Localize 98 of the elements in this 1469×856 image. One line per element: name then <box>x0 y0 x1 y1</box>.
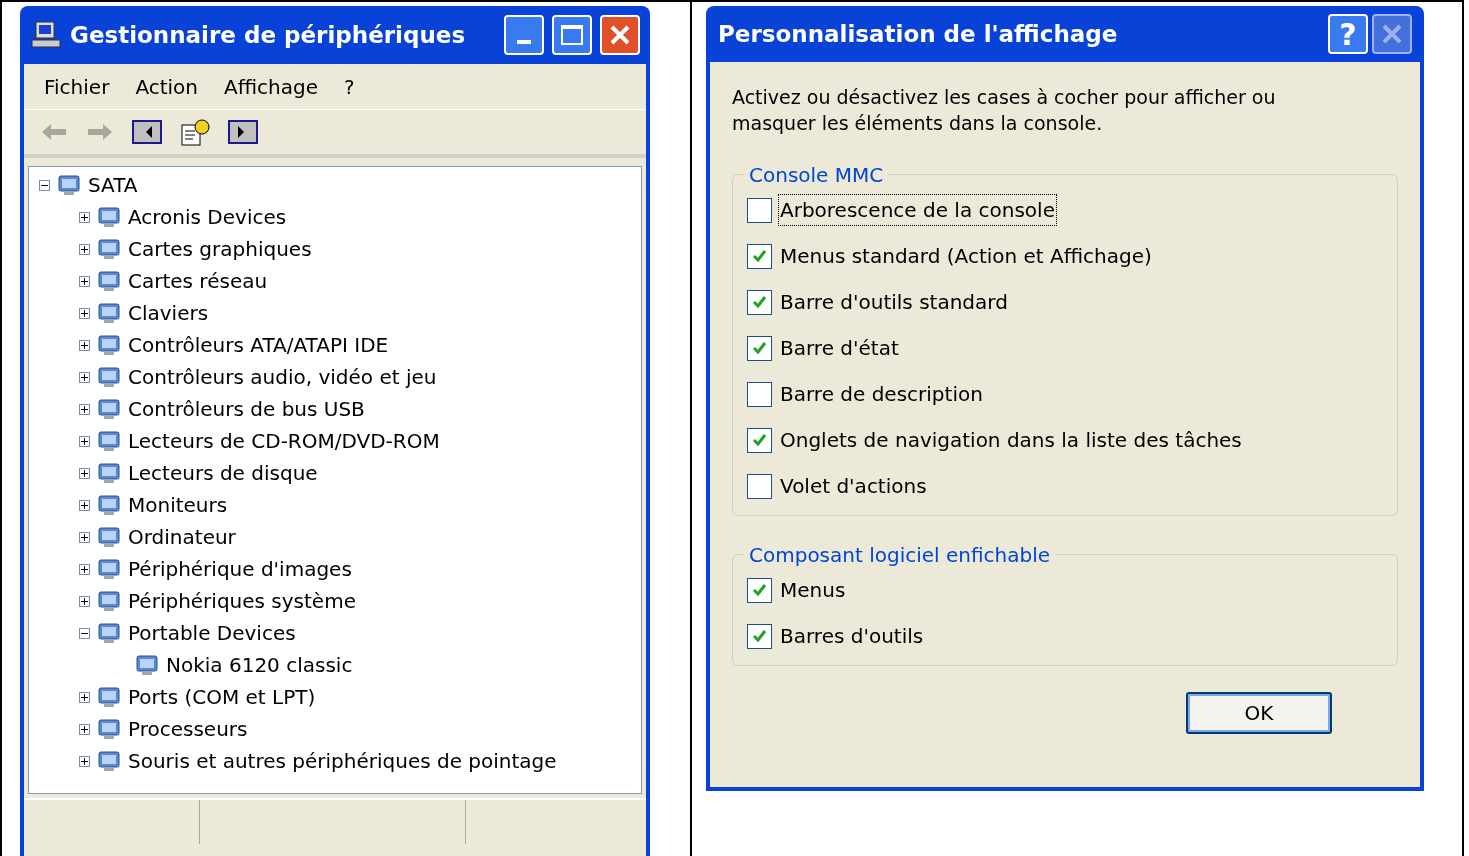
collapse-icon[interactable] <box>79 627 90 639</box>
checkbox-label[interactable]: Barre d'outils standard <box>778 286 1010 318</box>
checkbox-label[interactable]: Onglets de navigation dans la liste des tâches <box>778 424 1244 456</box>
expand-icon[interactable] <box>79 499 90 511</box>
checkbox[interactable] <box>747 427 772 453</box>
checkbox-label[interactable]: Menus standard (Action et Affichage) <box>778 240 1154 272</box>
panel-toggle-icon[interactable] <box>132 120 162 144</box>
expand-icon[interactable] <box>79 723 90 735</box>
menu-item[interactable]: ? <box>343 71 355 102</box>
device-icon <box>96 397 122 421</box>
device-icon <box>96 333 122 357</box>
device-icon <box>96 205 122 229</box>
expand-icon[interactable] <box>79 691 90 703</box>
tree-item[interactable]: Cartes graphiques <box>128 234 312 264</box>
tree-item[interactable]: Processeurs <box>128 714 248 744</box>
expand-icon[interactable] <box>79 339 90 351</box>
checkmark-icon <box>751 431 768 449</box>
menu-item[interactable]: Fichier <box>44 71 110 102</box>
expand-icon[interactable] <box>79 467 90 479</box>
tree-item[interactable]: Souris et autres périphériques de pointage <box>128 746 557 776</box>
expand-icon[interactable] <box>79 435 90 447</box>
menu-item[interactable]: Action <box>135 71 198 102</box>
expand-icon[interactable] <box>79 403 90 415</box>
collapse-icon[interactable] <box>39 179 50 191</box>
tree-item[interactable]: Lecteurs de disque <box>128 458 318 488</box>
minimize-button[interactable] <box>504 15 544 55</box>
device-icon <box>96 237 122 261</box>
tree-item[interactable]: Contrôleurs de bus USB <box>128 394 365 424</box>
checkbox[interactable] <box>747 381 772 407</box>
instructions-text: Activez ou désactivez les cases à cocher pour afficher ou masquer les éléments dans la console. <box>732 85 1277 136</box>
device-icon <box>56 173 82 197</box>
checkbox[interactable] <box>747 623 772 649</box>
tree-item[interactable]: Nokia 6120 classic <box>166 650 353 680</box>
checkmark-icon <box>751 339 768 357</box>
device-icon <box>96 493 122 517</box>
checkmark-icon <box>751 627 768 645</box>
device-icon <box>96 717 122 741</box>
device-icon <box>96 589 122 613</box>
tree-item[interactable]: Ports (COM et LPT) <box>128 682 316 712</box>
device-icon <box>96 269 122 293</box>
expand-icon[interactable] <box>79 307 90 319</box>
expand-icon[interactable] <box>79 243 90 255</box>
checkbox[interactable] <box>747 197 772 223</box>
tree-item[interactable]: Périphérique d'images <box>128 554 352 584</box>
tree-item[interactable]: Ordinateur <box>128 522 236 552</box>
device-icon <box>96 365 122 389</box>
checkbox[interactable] <box>747 473 772 499</box>
panel-toggle-icon[interactable] <box>228 120 258 144</box>
maximize-button[interactable] <box>552 15 592 55</box>
device-icon <box>96 621 122 645</box>
window-title: Gestionnaire de périphériques <box>70 20 466 50</box>
close-icon <box>609 24 631 46</box>
checkmark-icon <box>751 247 768 265</box>
tree-item[interactable]: Contrôleurs ATA/ATAPI IDE <box>128 330 389 360</box>
checkbox[interactable] <box>747 289 772 315</box>
expand-icon[interactable] <box>79 371 90 383</box>
tree-item[interactable]: SATA <box>88 170 138 200</box>
tree-item[interactable]: Cartes réseau <box>128 266 268 296</box>
menu-item[interactable]: Affichage <box>224 71 318 102</box>
tree-item[interactable]: Portable Devices <box>128 618 296 648</box>
expand-icon[interactable] <box>79 755 90 767</box>
device-icon <box>96 525 122 549</box>
device-icon <box>134 653 160 677</box>
device-icon <box>96 749 122 773</box>
checkbox-label[interactable]: Volet d'actions <box>778 470 929 502</box>
help-icon[interactable] <box>180 117 210 147</box>
tree-item[interactable]: Claviers <box>128 298 209 328</box>
checkbox-label[interactable]: Barre de description <box>778 378 985 410</box>
computer-icon <box>30 20 62 50</box>
device-icon <box>96 685 122 709</box>
checkbox-label[interactable]: Menus <box>778 574 848 606</box>
checkmark-icon <box>751 581 768 599</box>
tree-item[interactable]: Moniteurs <box>128 490 228 520</box>
tree-item[interactable]: Contrôleurs audio, vidéo et jeu <box>128 362 437 392</box>
tree-item[interactable]: Lecteurs de CD-ROM/DVD-ROM <box>128 426 440 456</box>
expand-icon[interactable] <box>79 211 90 223</box>
device-icon <box>96 429 122 453</box>
checkbox-label[interactable]: Barres d'outils <box>778 620 926 652</box>
tree-item[interactable]: Périphériques système <box>128 586 356 616</box>
checkbox-label[interactable]: Barre d'état <box>778 332 901 364</box>
dialog-title: Personnalisation de l'affichage <box>718 19 1118 49</box>
help-button[interactable]: ? <box>1328 14 1368 54</box>
device-icon <box>96 301 122 325</box>
expand-icon[interactable] <box>79 275 90 287</box>
tree-item[interactable]: Acronis Devices <box>128 202 287 232</box>
expand-icon[interactable] <box>79 531 90 543</box>
checkbox[interactable] <box>747 335 772 361</box>
ok-button[interactable]: OK <box>1186 692 1332 734</box>
close-button[interactable] <box>600 15 640 55</box>
expand-icon[interactable] <box>79 595 90 607</box>
close-icon <box>1381 23 1403 45</box>
checkbox[interactable] <box>747 243 772 269</box>
checkbox-label[interactable]: Arborescence de la console <box>778 194 1057 226</box>
checkmark-icon <box>751 293 768 311</box>
checkbox[interactable] <box>747 577 772 603</box>
device-icon <box>96 461 122 485</box>
device-icon <box>96 557 122 581</box>
expand-icon[interactable] <box>79 563 90 575</box>
